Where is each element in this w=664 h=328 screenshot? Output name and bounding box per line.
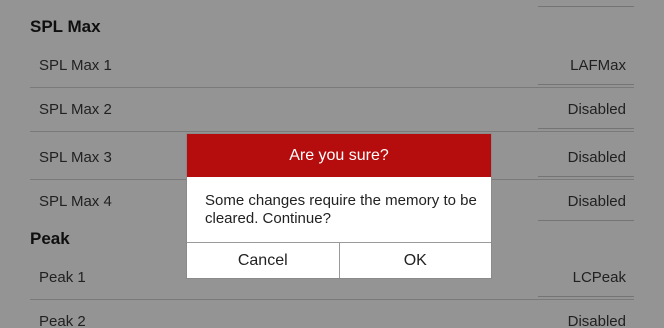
dialog-message: Some changes require the memory to be cl… [205,192,477,227]
ok-button[interactable]: OK [338,243,491,278]
confirm-dialog: Are you sure? Some changes require the m… [186,133,492,279]
dialog-title: Are you sure? [187,134,491,177]
cancel-button[interactable]: Cancel [187,243,339,278]
dialog-button-bar: Cancel OK [187,242,491,278]
